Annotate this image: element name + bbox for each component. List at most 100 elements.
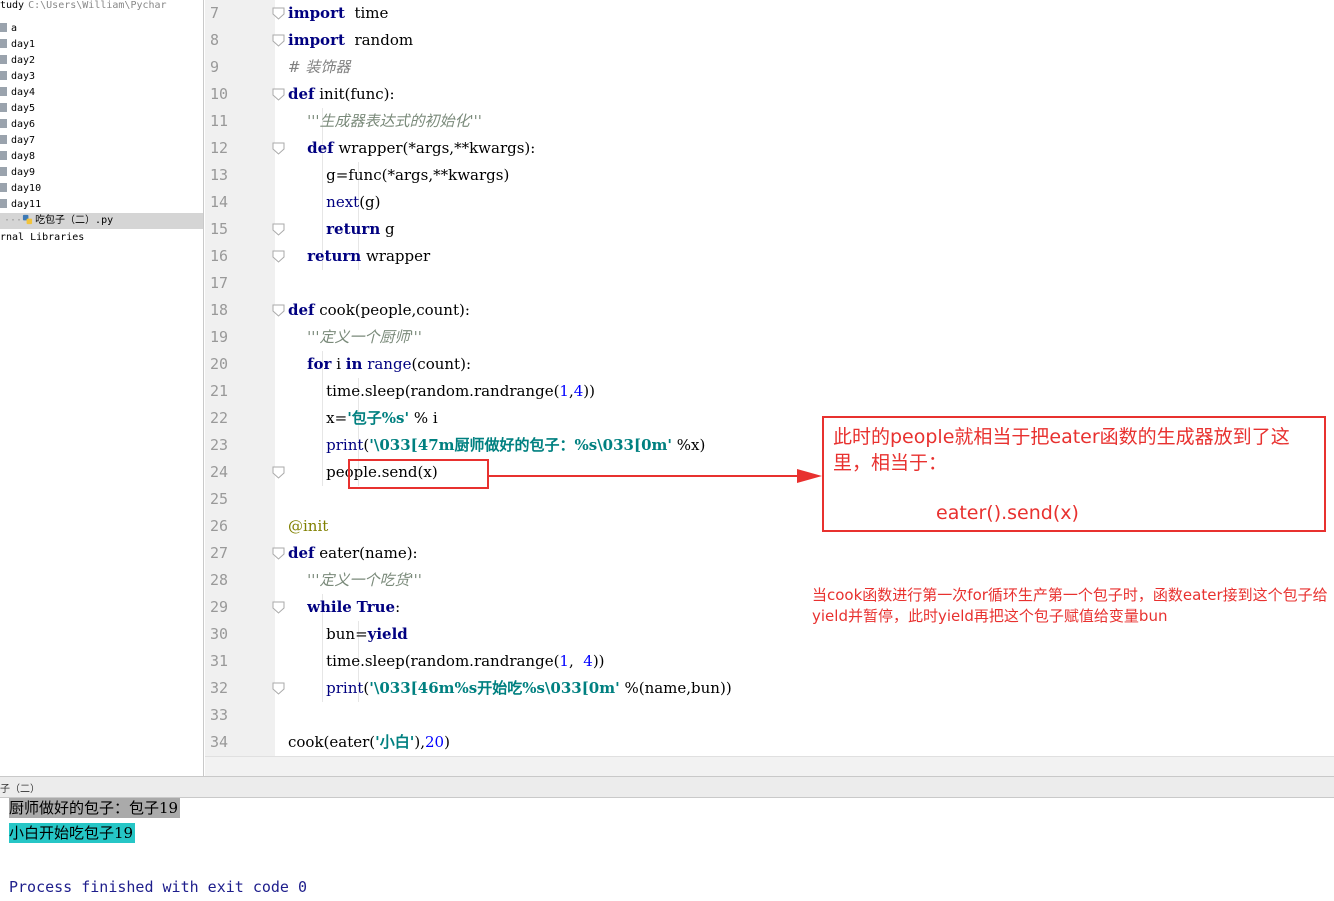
code-line: 13 g=func(*args,**kwargs)	[205, 162, 1334, 189]
folder-icon	[0, 183, 7, 192]
code-line: 34 cook(eater('小白'),20)	[205, 729, 1334, 756]
project-root[interactable]: tudy C:\Users\William\Pychar	[0, 0, 167, 14]
code-text: import time	[288, 0, 388, 27]
code-text: cook(eater('小白'),20)	[288, 729, 450, 756]
fold-marker-icon[interactable]	[272, 601, 285, 614]
code-text: next(g)	[288, 189, 380, 216]
tree-item-folder[interactable]: day9	[0, 165, 203, 181]
folder-icon	[0, 135, 7, 144]
code-text: def cook(people,count):	[288, 297, 470, 324]
code-editor[interactable]: 7 import time 8 import random 9 # 装饰器 10 def in…	[205, 0, 1334, 776]
code-token: print	[326, 679, 364, 697]
code-text: print('\033[47m厨师做好的包子：%s\033[0m' %x)	[288, 432, 705, 459]
line-number: 25	[210, 490, 229, 508]
project-root-label: tudy	[0, 0, 25, 11]
code-token: 1	[559, 652, 569, 670]
code-token: i	[331, 355, 346, 373]
code-token: cook(people,count):	[314, 301, 470, 319]
fold-marker-icon[interactable]	[272, 34, 285, 47]
line-number: 11	[210, 112, 229, 130]
code-text: def eater(name):	[288, 540, 418, 567]
code-token: def	[307, 139, 334, 157]
tree-item-folder[interactable]: day5	[0, 101, 203, 117]
annotation-code: eater().send(x)	[936, 502, 1079, 524]
fold-marker-icon[interactable]	[272, 223, 285, 236]
line-number: 16	[210, 247, 229, 265]
line-number: 13	[210, 166, 229, 184]
fold-marker-icon[interactable]	[272, 547, 285, 560]
code-text: g=func(*args,**kwargs)	[288, 162, 509, 189]
code-token: 4	[573, 382, 584, 400]
fold-marker-icon[interactable]	[272, 682, 285, 695]
fold-marker-icon[interactable]	[272, 304, 285, 317]
code-text: @init	[288, 513, 328, 540]
code-token: def	[288, 544, 315, 562]
code-text: print('\033[46m%s开始吃%s\033[0m' %(name,bu…	[288, 675, 732, 702]
run-tab-label[interactable]: 子（二）	[0, 780, 40, 795]
external-libraries-item[interactable]: rnal Libraries	[0, 231, 84, 245]
line-number: 23	[210, 436, 229, 454]
code-token: :	[395, 598, 401, 616]
highlight-box	[348, 459, 489, 489]
code-text: while True:	[288, 594, 400, 621]
code-line: 10 def init(func):	[205, 81, 1334, 108]
console-output-line: 厨师做好的包子：包子19	[9, 798, 181, 818]
tree-item-label: day7	[11, 135, 36, 146]
tree-item-folder[interactable]: day1	[0, 37, 203, 53]
line-number: 7	[210, 4, 220, 22]
tree-item-label: day9	[11, 167, 36, 178]
code-token: random	[344, 31, 414, 49]
tree-item-folder[interactable]: day4	[0, 85, 203, 101]
run-console[interactable]: 厨师做好的包子：包子19 小白开始吃包子19 Process finished …	[0, 798, 1334, 901]
tree-item-folder[interactable]: day2	[0, 53, 203, 69]
fold-marker-icon[interactable]	[272, 142, 285, 155]
code-token: time	[344, 4, 389, 22]
tree-item-folder[interactable]: day3	[0, 69, 203, 85]
code-token: '''生成器表达式的初始化'''	[307, 112, 482, 130]
code-token: ))	[583, 382, 596, 400]
code-text: for i in range(count):	[288, 351, 471, 378]
code-line: 7 import time	[205, 0, 1334, 27]
code-token: # 装饰器	[288, 58, 351, 76]
tree-item-folder[interactable]: day8	[0, 149, 203, 165]
code-line: 12 def wrapper(*args,**kwargs):	[205, 135, 1334, 162]
line-number: 14	[210, 193, 229, 211]
code-token: wrapper	[361, 247, 431, 265]
tree-item-folder[interactable]: day7	[0, 133, 203, 149]
run-tool-window-header[interactable]: 子（二）	[0, 776, 1334, 798]
code-token: time.sleep(random.randrange(	[288, 382, 560, 400]
code-token: init(func):	[314, 85, 395, 103]
project-root-path: C:\Users\William\Pychar	[28, 0, 167, 11]
fold-marker-icon[interactable]	[272, 7, 285, 20]
code-token: eater(name):	[314, 544, 418, 562]
tree-item-folder[interactable]: a	[0, 21, 203, 37]
code-token: def	[288, 301, 315, 319]
code-token: for	[307, 355, 332, 373]
line-number: 15	[210, 220, 229, 238]
tree-item-selected-file[interactable]: ··· 吃包子（二）.py	[0, 213, 203, 229]
line-number: 21	[210, 382, 229, 400]
code-token: % i	[409, 409, 438, 427]
code-token: cook(eater(	[288, 733, 376, 751]
tree-item-label: day10	[11, 183, 42, 194]
tree-item-folder[interactable]: day10	[0, 181, 203, 197]
code-line: 32 print('\033[46m%s开始吃%s\033[0m' %(name…	[205, 675, 1334, 702]
tree-item-folder[interactable]: day6	[0, 117, 203, 133]
code-text: bun=yield	[288, 621, 408, 648]
fold-marker-icon[interactable]	[272, 88, 285, 101]
code-text: '''生成器表达式的初始化'''	[288, 108, 482, 135]
horizontal-scrollbar[interactable]	[205, 756, 1334, 776]
line-number: 20	[210, 355, 229, 373]
code-token: '''定义一个吃货'''	[307, 571, 422, 589]
tree-item-label: a	[11, 23, 18, 34]
tree-item-label: day1	[11, 39, 36, 50]
fold-marker-icon[interactable]	[272, 466, 285, 479]
code-token: %(name,bun))	[619, 679, 732, 697]
fold-marker-icon[interactable]	[272, 250, 285, 263]
line-number: 22	[210, 409, 229, 427]
code-token: x=	[288, 409, 348, 427]
tree-item-folder[interactable]: day11	[0, 197, 203, 213]
